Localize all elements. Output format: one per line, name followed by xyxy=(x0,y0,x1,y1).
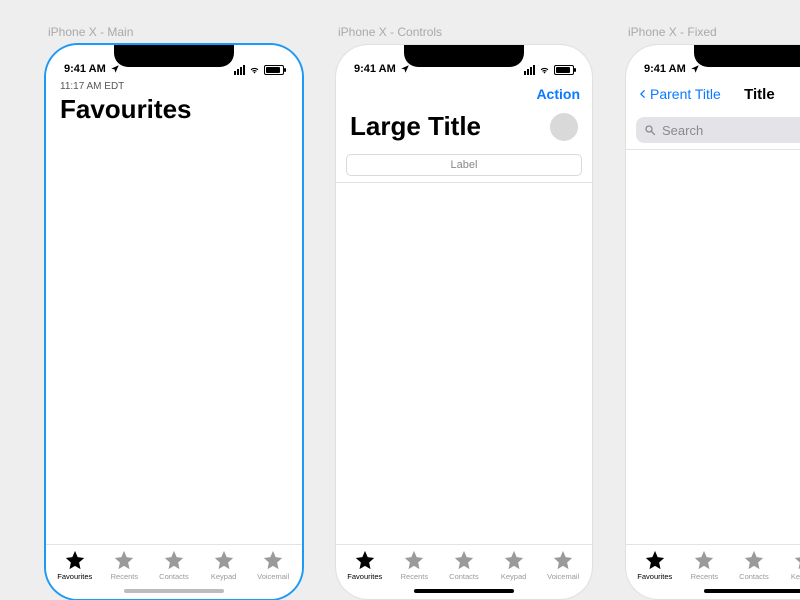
device-notch xyxy=(694,45,800,67)
artboard-label[interactable]: iPhone X - Controls xyxy=(338,25,592,39)
location-icon xyxy=(110,64,120,74)
tab-contacts[interactable]: Contacts xyxy=(440,549,488,581)
tab-voicemail[interactable]: Voicemail xyxy=(249,549,297,581)
avatar[interactable] xyxy=(550,113,578,141)
star-icon xyxy=(113,549,135,571)
tab-keypad[interactable]: Keypad xyxy=(200,549,248,581)
phone-frame-fixed[interactable]: 9:41 AM Parent Title Title xyxy=(626,45,800,599)
star-icon xyxy=(213,549,235,571)
artboard-label[interactable]: iPhone X - Main xyxy=(48,25,302,39)
tab-bar: Favourites Recents Contacts Keypad xyxy=(46,544,302,599)
content-area xyxy=(336,183,592,544)
star-icon xyxy=(262,549,284,571)
star-icon xyxy=(163,549,185,571)
design-canvas: iPhone X - Main 9:41 AM 11:17 AM EDT xyxy=(46,25,800,599)
tab-contacts[interactable]: Contacts xyxy=(730,549,778,581)
action-button[interactable]: Action xyxy=(536,86,580,102)
artboard-fixed[interactable]: iPhone X - Fixed 9:41 AM xyxy=(626,25,800,599)
artboard-main[interactable]: iPhone X - Main 9:41 AM 11:17 AM EDT xyxy=(46,25,302,599)
tab-recents[interactable]: Recents xyxy=(680,549,728,581)
tab-recents[interactable]: Recents xyxy=(390,549,438,581)
star-icon xyxy=(644,549,666,571)
star-icon xyxy=(503,549,525,571)
status-time: 9:41 AM xyxy=(644,63,686,75)
battery-icon xyxy=(264,65,284,75)
location-icon xyxy=(400,64,410,74)
tab-favourites[interactable]: Favourites xyxy=(341,549,389,581)
cellular-icon xyxy=(524,65,535,75)
nav-bar: Parent Title Title xyxy=(626,77,800,111)
star-icon xyxy=(552,549,574,571)
tab-keypad[interactable]: Keypad xyxy=(780,549,800,581)
tab-recents[interactable]: Recents xyxy=(100,549,148,581)
tab-voicemail[interactable]: Voicemail xyxy=(539,549,587,581)
wifi-icon xyxy=(538,65,551,75)
home-indicator[interactable] xyxy=(414,589,514,593)
tab-favourites[interactable]: Favourites xyxy=(631,549,679,581)
star-icon xyxy=(64,549,86,571)
home-indicator[interactable] xyxy=(704,589,800,593)
tab-keypad[interactable]: Keypad xyxy=(490,549,538,581)
chevron-left-icon xyxy=(638,87,648,101)
location-icon xyxy=(690,64,700,74)
subtitle-timestamp: 11:17 AM EDT xyxy=(46,77,302,92)
artboard-controls[interactable]: iPhone X - Controls 9:41 AM xyxy=(336,25,592,599)
device-notch xyxy=(404,45,524,67)
wifi-icon xyxy=(248,65,261,75)
status-time: 9:41 AM xyxy=(64,63,106,75)
star-icon xyxy=(453,549,475,571)
star-icon xyxy=(793,549,800,571)
search-input[interactable]: Search xyxy=(636,117,800,143)
artboard-label[interactable]: iPhone X - Fixed xyxy=(628,25,800,39)
status-time: 9:41 AM xyxy=(354,63,396,75)
star-icon xyxy=(403,549,425,571)
nav-title: Title xyxy=(744,86,775,103)
star-icon xyxy=(693,549,715,571)
battery-icon xyxy=(554,65,574,75)
content-area xyxy=(46,133,302,544)
phone-frame-main[interactable]: 9:41 AM 11:17 AM EDT Favourites Favo xyxy=(46,45,302,599)
page-title: Large Title xyxy=(350,111,481,142)
back-button[interactable]: Parent Title xyxy=(638,86,721,102)
search-icon xyxy=(644,124,656,136)
star-icon xyxy=(354,549,376,571)
search-placeholder: Search xyxy=(662,123,703,138)
segmented-control[interactable]: Label xyxy=(346,154,582,176)
home-indicator[interactable] xyxy=(124,589,224,593)
content-area xyxy=(626,150,800,544)
tab-favourites[interactable]: Favourites xyxy=(51,549,99,581)
nav-bar: Action xyxy=(336,77,592,111)
tab-bar: Favourites Recents Contacts Keypad Voice… xyxy=(626,544,800,599)
tab-bar: Favourites Recents Contacts Keypad Voice… xyxy=(336,544,592,599)
segment-label: Label xyxy=(451,159,478,171)
cellular-icon xyxy=(234,65,245,75)
device-notch xyxy=(114,45,234,67)
phone-frame-controls[interactable]: 9:41 AM Action Large Title xyxy=(336,45,592,599)
tab-contacts[interactable]: Contacts xyxy=(150,549,198,581)
page-title: Favourites xyxy=(46,92,302,133)
star-icon xyxy=(743,549,765,571)
